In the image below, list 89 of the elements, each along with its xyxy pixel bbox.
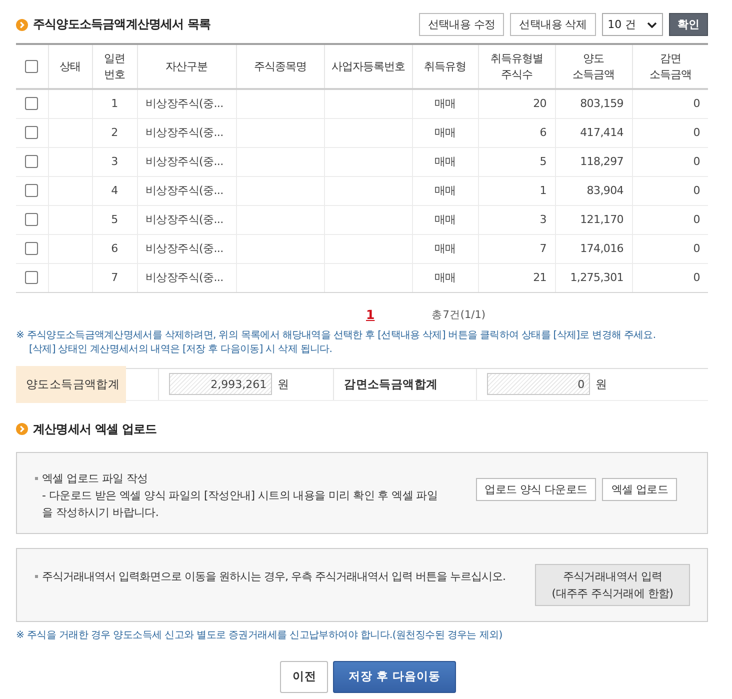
table-cell: 20 [478, 89, 555, 118]
select-all-checkbox[interactable] [25, 60, 38, 73]
bullet-icon [35, 574, 38, 578]
table-cell: 121,170 [555, 205, 632, 234]
table-cell: 0 [632, 176, 708, 205]
total-field: 0 [486, 373, 590, 395]
table-cell: 매매 [412, 176, 478, 205]
table-cell: 0 [632, 89, 708, 118]
bullet-icon [35, 476, 38, 480]
upload-heading: 엑셀 업로드 파일 작성 [42, 470, 149, 486]
table-cell: 비상장주식(중... [137, 234, 236, 263]
table-cell: 0 [632, 234, 708, 263]
table-cell: 118,297 [555, 147, 632, 176]
chevron-right-icon [16, 18, 28, 30]
upload-button[interactable]: 업로드 양식 다운로드 [476, 478, 596, 500]
chevron-right-icon [16, 423, 28, 435]
table-cell: 비상장주식(중... [137, 147, 236, 176]
table-cell: 6 [92, 234, 137, 263]
row-checkbox[interactable] [25, 155, 38, 168]
column-header: 주식종목명 [236, 44, 324, 89]
row-checkbox[interactable] [25, 184, 38, 197]
page-link[interactable]: 1 [366, 307, 375, 322]
table-cell: 0 [632, 118, 708, 147]
column-header: 양도 소득금액 [555, 44, 632, 89]
unit-text: 원 [596, 376, 608, 392]
previous-button[interactable]: 이전 [280, 660, 328, 692]
table-cell: 비상장주식(중... [137, 89, 236, 118]
section-title: 주식양도소득금액계산명세서 목록 [33, 16, 211, 33]
trade-entry-text: 주식거래내역서 입력화면으로 이동을 원하시는 경우, 우측 주식거래내역서 입력 버튼을 누르십시오. [42, 568, 506, 584]
table-cell: 803,159 [555, 89, 632, 118]
table-cell: 비상장주식(중... [137, 263, 236, 292]
trade-entry-button[interactable]: 주식거래내역서 입력 (대주주 주식거래에 한함) [535, 564, 690, 606]
column-header: 감면 소득금액 [632, 44, 708, 89]
row-checkbox[interactable] [25, 97, 38, 110]
table-cell: 1,275,301 [555, 263, 632, 292]
note-text: ※ 주식양도소득금액계산명세서를 삭제하려면, 위의 목록에서 해당내역을 선택한 후 [선택내용 삭제] 버튼을 클릭하여 상태를 [삭제]로 변경해 주세요. [16, 328, 656, 342]
table-cell: 6 [478, 118, 555, 147]
table-cell: 3 [478, 205, 555, 234]
upload-description: - 다운로드 받은 엑셀 양식 파일의 [작성안내] 시트의 내용을 미리 확인 후 엑셀 파일을 작성하시기 바랍니다. [42, 488, 439, 520]
table-cell: 매매 [412, 118, 478, 147]
confirm-button[interactable]: 확인 [668, 13, 708, 36]
table-cell: 83,904 [555, 176, 632, 205]
section-title: 계산명세서 엑셀 업로드 [33, 420, 157, 438]
table-cell: 매매 [412, 234, 478, 263]
table-cell: 21 [478, 263, 555, 292]
table-cell: 5 [92, 205, 137, 234]
table-cell: 417,414 [555, 118, 632, 147]
table-cell: 4 [92, 176, 137, 205]
row-checkbox[interactable] [25, 271, 38, 284]
chevron-down-icon [646, 22, 657, 28]
table-cell: 비상장주식(중... [137, 176, 236, 205]
table-cell: 매매 [412, 205, 478, 234]
column-header: 자산구분 [137, 44, 236, 89]
total-field: 2,993,261 [168, 373, 272, 395]
row-checkbox[interactable] [25, 126, 38, 139]
table-cell: 1 [478, 176, 555, 205]
action-button[interactable]: 선택내용 삭제 [510, 13, 596, 36]
table-cell: 0 [632, 147, 708, 176]
table-cell: 0 [632, 263, 708, 292]
table-cell: 174,016 [555, 234, 632, 263]
column-header: 취득유형 [412, 44, 478, 89]
note-text: [삭제] 상태인 계산명세서의 내역은 [저장 후 다음이동] 시 삭제 됩니다. [28, 342, 332, 356]
table-cell: 0 [632, 205, 708, 234]
table-cell: 3 [92, 147, 137, 176]
unit-text: 원 [278, 376, 290, 392]
row-checkbox[interactable] [25, 242, 38, 255]
table-cell: 1 [92, 89, 137, 118]
table-cell: 매매 [412, 263, 478, 292]
column-header: 취득유형별 주식수 [478, 44, 555, 89]
table-cell: 매매 [412, 147, 478, 176]
table-cell: 비상장주식(중... [137, 205, 236, 234]
total-label: 감면소득금액합계 [343, 376, 439, 392]
tax-note: ※ 주식을 거래한 경우 양도소득세 신고와 별도로 증권거래세를 신고납부하여야 합니다.(원천징수된 경우는 제외) [16, 628, 502, 642]
row-checkbox[interactable] [25, 213, 38, 226]
table-cell: 7 [92, 263, 137, 292]
column-header: 사업자등록번호 [324, 44, 412, 89]
table-cell: 7 [478, 234, 555, 263]
table-cell: 5 [478, 147, 555, 176]
total-label: 양도소득금액합계 [16, 366, 126, 402]
column-header: 일련 번호 [92, 44, 137, 89]
column-header: 상태 [48, 44, 92, 89]
page-summary: 총7건(1/1) [432, 308, 486, 322]
page-size-select[interactable]: 10 건 [602, 13, 663, 36]
table-cell: 매매 [412, 89, 478, 118]
save-next-button[interactable]: 저장 후 다음이동 [333, 660, 456, 692]
table-cell: 2 [92, 118, 137, 147]
upload-button[interactable]: 엑셀 업로드 [602, 478, 677, 500]
table-cell: 비상장주식(중... [137, 118, 236, 147]
action-button[interactable]: 선택내용 수정 [418, 13, 504, 36]
